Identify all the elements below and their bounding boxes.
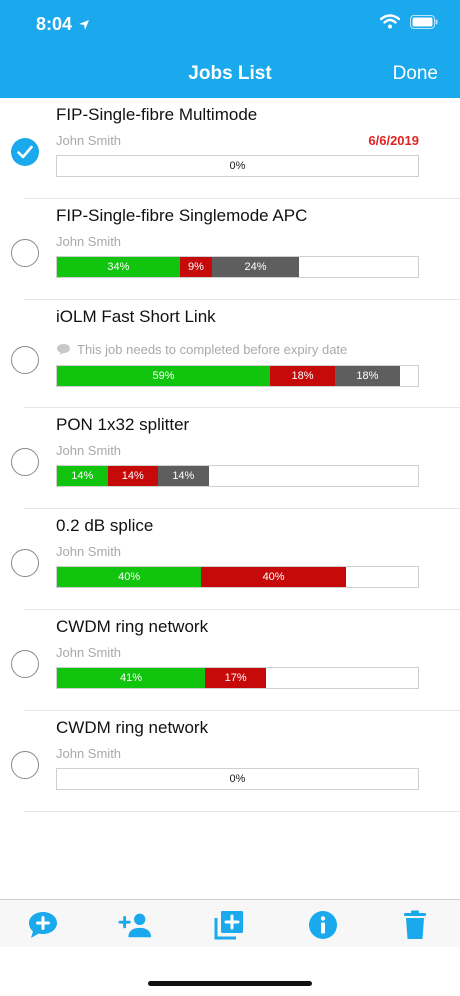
progress-passed-segment: 34% <box>57 257 180 277</box>
home-indicator <box>148 981 312 986</box>
table-row[interactable]: iOLM Fast Short Link This job needs to c… <box>0 300 460 408</box>
job-title: FIP-Single-fibre Multimode <box>56 105 258 124</box>
progress-bar: 34% 9% 24% <box>56 256 419 278</box>
table-row[interactable]: FIP-Single-fibre Multimode John Smith 6/… <box>0 98 460 199</box>
job-date: 6/6/2019 <box>368 133 419 148</box>
location-arrow-icon <box>79 19 90 30</box>
progress-bar: 40% 40% <box>56 566 419 588</box>
info-button[interactable] <box>306 908 340 942</box>
job-user: John Smith <box>56 443 122 458</box>
progress-passed-segment: 59% <box>57 366 270 386</box>
job-note: This job needs to completed before expir… <box>56 342 347 357</box>
job-user: John Smith <box>56 234 122 249</box>
bottom-toolbar <box>0 899 460 947</box>
job-title: CWDM ring network <box>56 718 209 737</box>
progress-failed-segment: 18% <box>269 366 335 386</box>
job-checkbox[interactable] <box>11 751 39 779</box>
status-time: 8:04 <box>36 14 90 35</box>
progress-bar: 0% <box>56 768 419 790</box>
done-button[interactable]: Done <box>393 63 438 85</box>
add-user-icon <box>118 913 152 938</box>
progress-other-segment: 24% <box>212 257 299 277</box>
status-icons <box>380 14 438 29</box>
checkmark-icon <box>17 145 33 159</box>
job-note-text: This job needs to completed before expir… <box>77 342 348 357</box>
progress-other-segment: 14% <box>158 466 209 486</box>
progress-failed-segment: 9% <box>179 257 213 277</box>
progress-passed-segment: 41% <box>57 668 205 688</box>
wifi-icon <box>380 14 400 29</box>
progress-bar: 59% 18% 18% <box>56 365 419 387</box>
battery-icon <box>410 14 438 29</box>
header: 8:04 Jobs List Done <box>0 0 460 98</box>
job-checkbox[interactable] <box>11 650 39 678</box>
delete-button[interactable] <box>398 908 432 942</box>
progress-zero-label: 0% <box>229 160 246 172</box>
job-checkbox[interactable] <box>11 448 39 476</box>
progress-bar: 14% 14% 14% <box>56 465 419 487</box>
table-row[interactable]: CWDM ring network John Smith 0% <box>0 711 460 812</box>
table-row[interactable]: 0.2 dB splice John Smith 40% 40% <box>0 509 460 610</box>
add-comment-button[interactable] <box>26 908 60 942</box>
table-row[interactable]: FIP-Single-fibre Singlemode APC John Smi… <box>0 199 460 300</box>
progress-passed-segment: 40% <box>57 567 202 587</box>
job-checkbox-checked[interactable] <box>11 138 39 166</box>
progress-failed-segment: 14% <box>107 466 159 486</box>
progress-bar: 41% 17% <box>56 667 419 689</box>
jobs-list: FIP-Single-fibre Multimode John Smith 6/… <box>0 98 460 812</box>
job-title: FIP-Single-fibre Singlemode APC <box>56 206 308 225</box>
job-title: iOLM Fast Short Link <box>56 307 216 326</box>
info-icon <box>309 911 337 939</box>
add-copy-icon <box>214 911 243 940</box>
job-checkbox[interactable] <box>11 549 39 577</box>
progress-bar: 0% <box>56 155 419 177</box>
job-title: 0.2 dB splice <box>56 516 154 535</box>
progress-failed-segment: 17% <box>205 668 267 688</box>
job-user: John Smith <box>56 645 122 660</box>
progress-zero-label: 0% <box>229 773 246 785</box>
add-comment-icon <box>29 912 57 938</box>
job-title: PON 1x32 splitter <box>56 415 190 434</box>
job-checkbox[interactable] <box>11 239 39 267</box>
job-checkbox[interactable] <box>11 346 39 374</box>
trash-icon <box>404 910 426 939</box>
job-user: John Smith <box>56 544 122 559</box>
comment-icon <box>57 344 70 355</box>
progress-passed-segment: 14% <box>57 466 108 486</box>
table-row[interactable]: PON 1x32 splitter John Smith 14% 14% 14% <box>0 408 460 509</box>
job-title: CWDM ring network <box>56 617 209 636</box>
progress-other-segment: 18% <box>334 366 400 386</box>
status-time-text: 8:04 <box>36 14 73 34</box>
table-row[interactable]: CWDM ring network John Smith 41% 17% <box>0 610 460 711</box>
progress-failed-segment: 40% <box>201 567 346 587</box>
page-title: Jobs List <box>188 63 272 84</box>
job-user: John Smith <box>56 133 122 148</box>
add-copy-button[interactable] <box>212 908 246 942</box>
add-user-button[interactable] <box>118 908 152 942</box>
job-user: John Smith <box>56 746 122 761</box>
